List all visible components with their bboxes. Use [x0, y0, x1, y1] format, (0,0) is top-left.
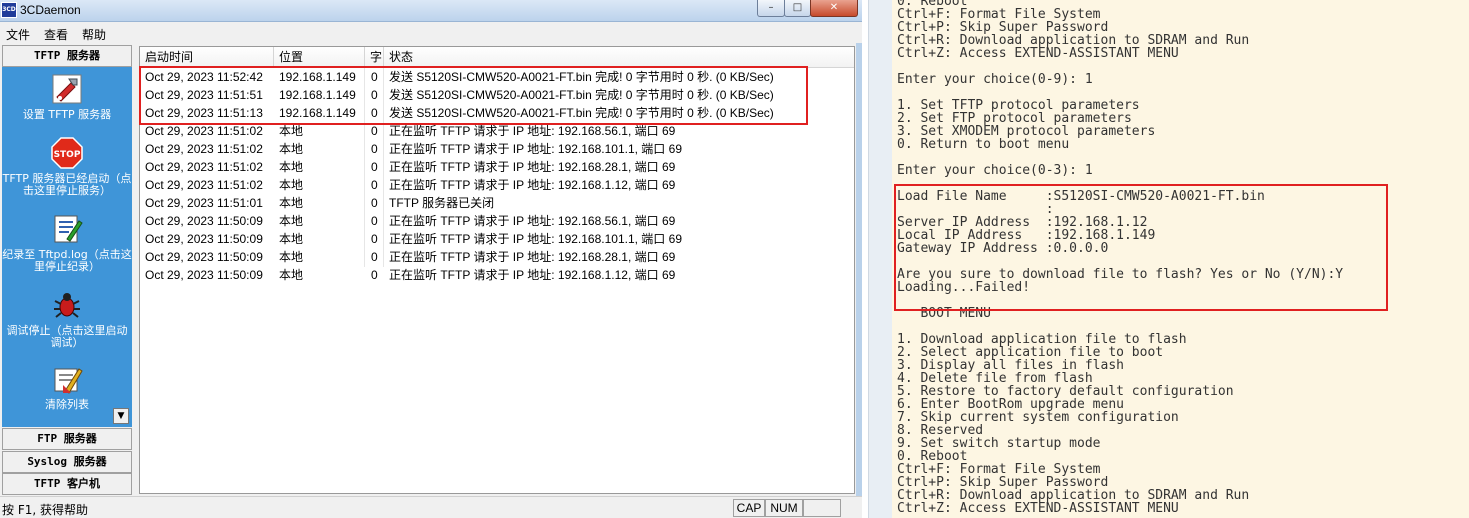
row-status: 正在监听 TFTP 请求于 IP 地址: 192.168.56.1, 端口 69 — [389, 214, 676, 228]
server-panel: TFTP 服务器 设置 TFTP 服务器 STOP TFTP 服务器已经启动（点… — [2, 45, 132, 495]
menu-file[interactable]: 文件 — [6, 26, 30, 43]
close-button[interactable]: ✕ — [810, 0, 858, 17]
row-time: Oct 29, 2023 11:50:09 — [145, 250, 263, 264]
row-status: 正在监听 TFTP 请求于 IP 地址: 192.168.28.1, 端口 69 — [389, 160, 676, 174]
nav-label: TFTP 服务器已经启动（点击这里停止服务） — [2, 172, 132, 197]
tools-icon — [52, 74, 82, 104]
row-location: 本地 — [279, 178, 304, 192]
nav-debug-tftp[interactable]: 调试停止（点击这里启动调试） — [2, 289, 132, 349]
row-location: 本地 — [279, 142, 304, 156]
menu-help[interactable]: 帮助 — [82, 26, 106, 43]
row-location: 本地 — [279, 268, 304, 282]
title-bar[interactable]: 3CD 3CDaemon – □ ✕ — [0, 0, 862, 22]
tab-tftp-server[interactable]: TFTP 服务器 — [2, 45, 132, 67]
menu-view[interactable]: 查看 — [44, 26, 68, 43]
column-header-status[interactable]: 状态 — [384, 47, 854, 67]
table-row[interactable]: Oct 29, 2023 11:50:09 本地 0 正在监听 TFTP 请求于 IP… — [140, 248, 854, 266]
nav-setup-tftp[interactable]: 设置 TFTP 服务器 — [2, 73, 132, 123]
tab-tftp-client[interactable]: TFTP 客户机 — [2, 473, 132, 495]
status-panel-empty — [803, 499, 841, 517]
row-bytes: 0 — [371, 142, 378, 156]
table-row[interactable]: Oct 29, 2023 11:51:02 本地 0 正在监听 TFTP 请求于 IP… — [140, 176, 854, 194]
row-status: 正在监听 TFTP 请求于 IP 地址: 192.168.28.1, 端口 69 — [389, 250, 676, 264]
status-help-text: 按 F1, 获得帮助 — [2, 503, 88, 517]
row-bytes: 0 — [371, 232, 378, 246]
svg-text:STOP: STOP — [54, 150, 81, 160]
row-bytes: 0 — [371, 268, 378, 282]
num-lock-indicator: NUM — [765, 499, 803, 517]
app-icon: 3CD — [1, 2, 17, 18]
table-row[interactable]: Oct 29, 2023 11:50:09 本地 0 正在监听 TFTP 请求于 IP… — [140, 230, 854, 248]
terminal-line: Enter your choice(0-9): 1 — [897, 72, 1093, 87]
nav-scroll-down-button[interactable]: ▼ — [113, 408, 129, 424]
row-status: 正在监听 TFTP 请求于 IP 地址: 192.168.1.12, 端口 69 — [389, 268, 676, 282]
row-status: TFTP 服务器已关闭 — [389, 196, 495, 210]
nav-label: 调试停止（点击这里启动调试） — [6, 324, 128, 349]
minimize-button[interactable]: – — [757, 0, 785, 17]
tab-syslog-server[interactable]: Syslog 服务器 — [2, 451, 132, 473]
row-time: Oct 29, 2023 11:50:09 — [145, 232, 263, 246]
row-time: Oct 29, 2023 11:51:02 — [145, 160, 263, 174]
row-time: Oct 29, 2023 11:50:09 — [145, 268, 263, 282]
window-title: 3CDaemon — [20, 3, 81, 17]
tftp-nav-area: 设置 TFTP 服务器 STOP TFTP 服务器已经启动（点击这里停止服务） — [2, 67, 132, 427]
row-location: 本地 — [279, 160, 304, 174]
row-bytes: 0 — [371, 214, 378, 228]
terminal-line: Ctrl+Z: Access EXTEND-ASSISTANT MENU — [897, 501, 1179, 516]
terminal-line: Ctrl+Z: Access EXTEND-ASSISTANT MENU — [897, 46, 1179, 61]
tab-ftp-server[interactable]: FTP 服务器 — [2, 428, 132, 450]
row-bytes: 0 — [371, 178, 378, 192]
table-row[interactable]: Oct 29, 2023 11:51:02 本地 0 正在监听 TFTP 请求于 IP… — [140, 158, 854, 176]
nav-clear-list[interactable]: 清除列表 — [2, 363, 132, 413]
row-time: Oct 29, 2023 11:51:01 — [145, 196, 263, 210]
stop-sign-icon: STOP — [51, 137, 83, 169]
terminal-line: Enter your choice(0-3): 1 — [897, 163, 1093, 178]
highlight-box-load-result — [894, 184, 1388, 311]
column-header-time[interactable]: 启动时间 — [140, 47, 274, 67]
log-header: 启动时间 位置 字 状态 — [140, 47, 854, 68]
row-status: 正在监听 TFTP 请求于 IP 地址: 192.168.101.1, 端口 6… — [389, 232, 682, 246]
nav-label: 纪录至 Tftpd.log（点击这里停止纪录） — [2, 248, 132, 273]
row-time: Oct 29, 2023 11:50:09 — [145, 214, 263, 228]
terminal-scroll-edge — [868, 0, 893, 518]
row-location: 本地 — [279, 196, 304, 210]
maximize-button[interactable]: □ — [784, 0, 811, 17]
table-row[interactable]: Oct 29, 2023 11:51:01 本地 0 TFTP 服务器已关闭 — [140, 194, 854, 212]
table-row[interactable]: Oct 29, 2023 11:50:09 本地 0 正在监听 TFTP 请求于 IP… — [140, 212, 854, 230]
clear-list-icon — [54, 368, 83, 394]
highlight-box-transfer-rows — [139, 66, 808, 125]
status-bar: 按 F1, 获得帮助 CAP NUM — [0, 496, 862, 518]
row-bytes: 0 — [371, 196, 378, 210]
row-status: 正在监听 TFTP 请求于 IP 地址: 192.168.1.12, 端口 69 — [389, 178, 676, 192]
nav-label: 设置 TFTP 服务器 — [22, 108, 112, 121]
row-bytes: 0 — [371, 160, 378, 174]
nav-stop-tftp[interactable]: STOP TFTP 服务器已经启动（点击这里停止服务） — [2, 137, 132, 201]
nav-log-tftp[interactable]: 纪录至 Tftpd.log（点击这里停止纪录） — [2, 213, 132, 275]
caps-lock-indicator: CAP — [733, 499, 765, 517]
row-time: Oct 29, 2023 11:51:02 — [145, 142, 263, 156]
bug-icon — [54, 293, 80, 318]
table-row[interactable]: Oct 29, 2023 11:50:09 本地 0 正在监听 TFTP 请求于 IP… — [140, 266, 854, 284]
terminal-line: 0. Return to boot menu — [897, 137, 1070, 152]
row-bytes: 0 — [371, 250, 378, 264]
column-header-location[interactable]: 位置 — [274, 47, 365, 67]
menu-bar: 文件 查看 帮助 — [0, 22, 862, 43]
row-status: 正在监听 TFTP 请求于 IP 地址: 192.168.101.1, 端口 6… — [389, 142, 682, 156]
row-location: 本地 — [279, 250, 304, 264]
table-row[interactable]: Oct 29, 2023 11:51:02 本地 0 正在监听 TFTP 请求于 IP… — [140, 140, 854, 158]
row-time: Oct 29, 2023 11:51:02 — [145, 178, 263, 192]
log-icon — [54, 215, 83, 243]
column-header-bytes[interactable]: 字 — [365, 47, 384, 67]
row-location: 本地 — [279, 232, 304, 246]
row-location: 本地 — [279, 214, 304, 228]
